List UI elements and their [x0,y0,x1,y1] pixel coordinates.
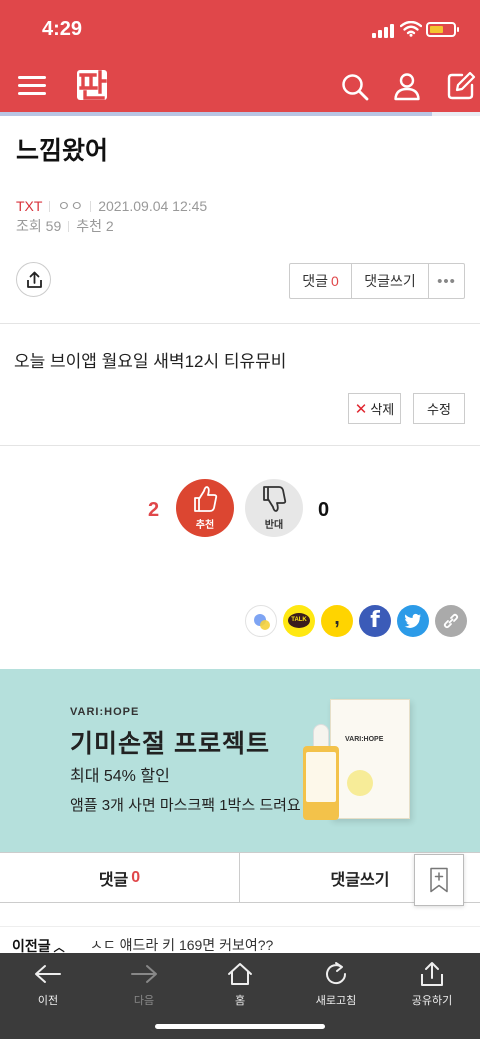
wifi-icon [400,21,422,37]
oppose-count: 0 [318,499,330,521]
comment-count: 0 [330,273,339,289]
previous-post-title: ㅅㄷ 얘드라 키 169면 커보여?? [90,937,274,953]
recommend-label: 추천 [195,520,215,531]
write-comment-button[interactable]: 댓글쓰기 [352,264,429,298]
battery-icon [426,22,459,37]
thumbs-down-icon [263,486,287,512]
arrow-left-icon [35,965,61,983]
status-time: 4:29 [42,18,83,40]
share-icon [421,962,443,986]
status-bar: 4:29 [0,0,480,60]
nav-home-label: 홈 [234,995,246,1007]
cellular-signal-icon [372,24,394,38]
ad-promo: 앰플 3개 사면 마스크팩 1박스 드려요 [70,797,301,814]
app-header [0,60,480,112]
post-meta: TXT ㅇㅇ 2021.09.04 12:45 [16,196,207,216]
ad-mask-pack-image: VARI:HOPE [330,699,410,819]
nav-refresh[interactable]: 새로고침 [288,961,384,1008]
ad-product-brand: VARI:HOPE [345,736,384,743]
post-date: 2021.09.04 12:45 [98,198,208,214]
comment-count-button[interactable]: 댓글 0 [290,264,352,298]
share-facebook-icon[interactable]: f [359,605,391,637]
nav-refresh-label: 새로고침 [315,995,357,1007]
more-options-button[interactable]: ••• [429,264,464,298]
edit-button[interactable]: 수정 [413,393,465,424]
comment-tab-count: 0 [131,868,141,886]
oppose-button[interactable]: 반대 [245,479,303,537]
menu-icon[interactable] [18,74,46,96]
write-icon[interactable] [446,71,476,101]
share-kakaostory-icon[interactable]: , [321,605,353,637]
post-title: 느낌왔어 [16,137,109,165]
nav-back[interactable]: 이전 [0,961,96,1008]
views-count: 59 [45,218,62,234]
share-kakaotalk-icon[interactable]: TALK [283,605,315,637]
nav-forward-label: 다음 [133,995,155,1007]
nav-back-label: 이전 [37,995,59,1007]
share-button[interactable] [16,262,51,297]
home-icon [228,963,252,985]
comment-tab[interactable]: 댓글 0 [0,853,240,902]
kakaotalk-label: TALK [288,613,310,628]
recommend-count: 2 [148,499,160,521]
bookmark-add-icon [430,867,448,893]
share-band-icon[interactable] [245,605,277,637]
divider [0,445,480,446]
ad-brand: VARI:HOPE [70,706,140,718]
nav-share-label: 공유하기 [411,995,453,1007]
post-author: ㅇㅇ [57,198,84,214]
user-icon[interactable] [392,71,422,101]
post-action-buttons: 댓글 0 댓글쓰기 ••• [289,263,465,299]
comment-label: 댓글 [302,273,328,289]
views-label: 조회 [16,218,42,234]
scroll-progress-bar [0,112,480,116]
delete-button[interactable]: ✕ 삭제 [348,393,401,424]
recommend-stat-label: 추천 [76,218,102,234]
recommend-stat-count: 2 [105,218,114,234]
copy-link-icon[interactable] [435,605,467,637]
search-icon[interactable] [340,72,370,102]
comment-bar: 댓글 0 댓글쓰기 [0,853,480,903]
previous-post-link[interactable]: 이전글 ︿ ㅅㄷ 얘드라 키 169면 커보여?? [0,926,480,956]
thumbs-up-icon [194,486,218,512]
divider [0,323,480,324]
nav-home[interactable]: 홈 [192,961,288,1008]
facebook-label: f [370,608,380,633]
share-twitter-icon[interactable] [397,605,429,637]
share-icon [27,271,42,288]
ad-headline: 기미손절 프로젝트 [70,730,270,758]
refresh-icon [326,962,347,985]
nav-forward[interactable]: 다음 [96,961,192,1008]
nav-share[interactable]: 공유하기 [384,961,480,1008]
recommend-button[interactable]: 추천 [176,479,234,537]
pann-logo[interactable] [74,66,110,104]
ad-banner[interactable]: VARI:HOPE 기미손절 프로젝트 최대 54% 할인 앰플 3개 사면 마… [0,669,480,852]
ad-discount: 최대 54% 할인 [70,768,170,785]
kakaostory-label: , [334,607,340,629]
oppose-label: 반대 [264,520,284,531]
comment-tab-label: 댓글 [98,871,129,889]
bookmark-button[interactable] [414,854,464,906]
post-body: 오늘 브이앱 월요일 새벽12시 티유뮤비 [14,352,287,371]
post-stats: 조회 59 추천 2 [16,216,114,236]
arrow-right-icon [131,965,157,983]
home-indicator[interactable] [155,1024,325,1029]
x-icon: ✕ [354,400,368,418]
post-category[interactable]: TXT [16,198,42,214]
ad-ampoule-image [303,724,339,820]
delete-label: 삭제 [370,402,395,417]
